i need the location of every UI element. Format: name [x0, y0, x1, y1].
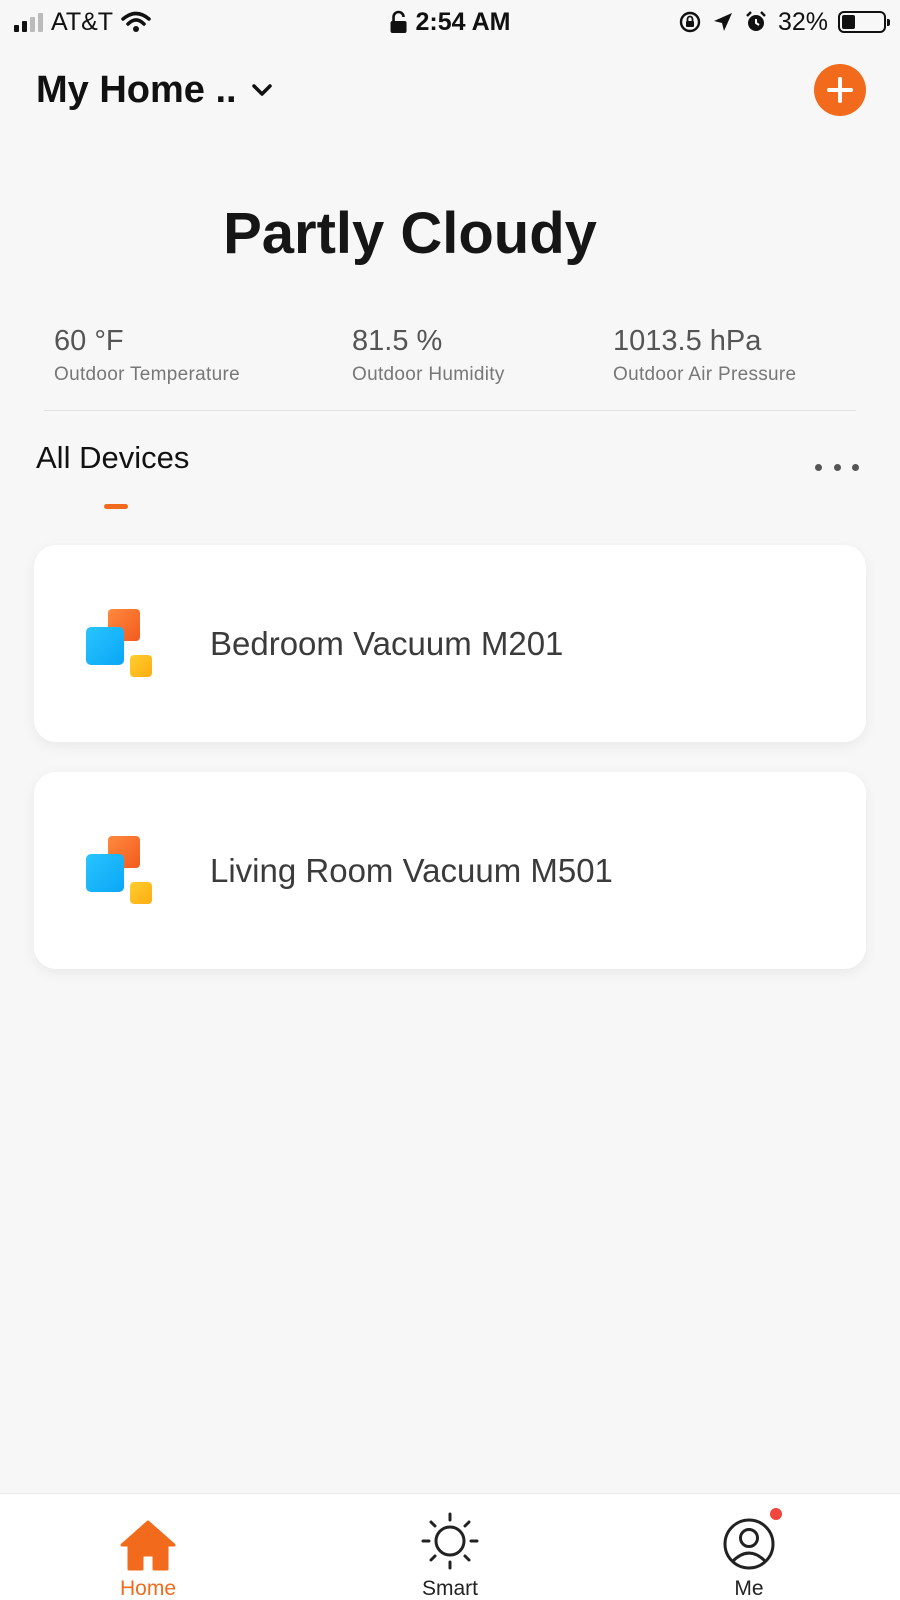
- rotation-lock-icon: [679, 11, 701, 33]
- vacuum-device-icon: [86, 609, 152, 677]
- outdoor-air-pressure: 1013.5 hPa Outdoor Air Pressure: [613, 325, 796, 386]
- status-right: 32%: [678, 7, 890, 37]
- weather-stats: 60 °F Outdoor Temperature 81.5 % Outdoor…: [0, 325, 900, 395]
- sun-icon: [421, 1512, 479, 1570]
- stat-label: Outdoor Temperature: [54, 364, 240, 385]
- bottom-nav: Home Smart Me: [0, 1493, 900, 1600]
- profile-icon: [723, 1518, 775, 1570]
- status-bar: AT&T 2:54 AM 32%: [0, 0, 900, 44]
- tab-all-devices[interactable]: All Devices: [36, 440, 190, 509]
- battery-percent: 32%: [777, 7, 828, 36]
- nav-home[interactable]: Home: [68, 1494, 228, 1600]
- location-arrow-icon: [713, 13, 732, 31]
- lock-icon: [390, 10, 407, 33]
- battery-fill: [842, 15, 855, 29]
- device-card[interactable]: Living Room Vacuum M501: [34, 772, 866, 969]
- divider: [44, 410, 856, 411]
- device-name: Bedroom Vacuum M201: [210, 624, 564, 662]
- carrier-label: AT&T: [51, 7, 114, 36]
- add-device-button[interactable]: [814, 64, 866, 116]
- battery-icon: [838, 11, 890, 33]
- outdoor-temperature: 60 °F Outdoor Temperature: [54, 325, 240, 386]
- more-options-button[interactable]: [815, 455, 859, 479]
- nav-smart[interactable]: Smart: [370, 1494, 530, 1600]
- tab-active-indicator: [104, 504, 128, 509]
- device-name: Living Room Vacuum M501: [210, 851, 613, 889]
- status-center: 2:54 AM: [390, 7, 511, 37]
- notification-badge: [768, 1506, 784, 1522]
- nav-label: Home: [119, 1577, 177, 1600]
- clock: 2:54 AM: [415, 7, 511, 36]
- weather-condition: Partly Cloudy: [223, 201, 597, 266]
- header: My Home ..: [0, 55, 900, 125]
- home-icon: [120, 1520, 176, 1571]
- nav-me[interactable]: Me: [669, 1494, 829, 1600]
- alarm-icon: [746, 11, 766, 31]
- tab-label: All Devices: [36, 440, 190, 475]
- plus-icon: [827, 77, 853, 103]
- dot-icon: [815, 463, 822, 471]
- home-selector[interactable]: My Home ..: [36, 69, 273, 112]
- dot-icon: [852, 463, 859, 471]
- stat-label: Outdoor Humidity: [352, 364, 505, 385]
- stat-label: Outdoor Air Pressure: [613, 364, 797, 385]
- chevron-down-icon: [251, 84, 272, 96]
- status-left: AT&T: [14, 8, 151, 37]
- dot-icon: [833, 463, 841, 471]
- wifi-icon: [121, 11, 151, 32]
- signal-strength-icon: [14, 12, 43, 32]
- vacuum-device-icon: [86, 836, 152, 904]
- nav-label: Smart: [421, 1577, 478, 1600]
- nav-label: Me: [734, 1577, 764, 1600]
- stat-value: 1013.5 hPa: [613, 325, 762, 357]
- outdoor-humidity: 81.5 % Outdoor Humidity: [352, 325, 505, 386]
- device-card[interactable]: Bedroom Vacuum M201: [34, 545, 866, 742]
- home-title: My Home ..: [36, 68, 237, 111]
- stat-value: 60 °F: [54, 325, 124, 357]
- stat-value: 81.5 %: [352, 325, 443, 357]
